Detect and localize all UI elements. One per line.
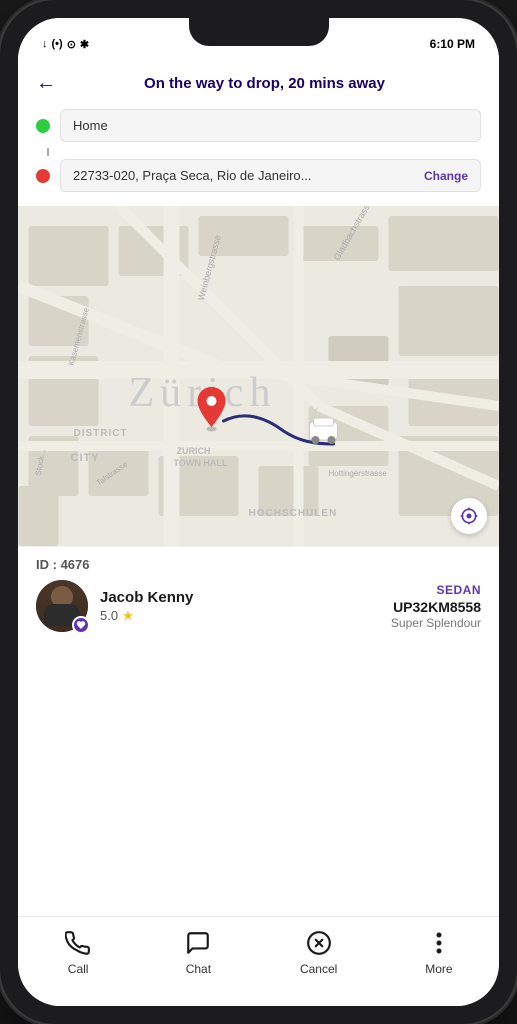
route-inputs: Home 22733-020, Praça Seca, Rio de Janei… [18, 105, 499, 206]
content-area: ← On the way to drop, 20 mins away Home [18, 62, 499, 916]
status-time: 6:10 PM [430, 37, 475, 51]
ride-id: ID : 4676 [36, 557, 481, 572]
svg-text:Hottingerstrasse: Hottingerstrasse [329, 469, 388, 478]
origin-row: Home [36, 109, 481, 142]
vehicle-model: Super Splendour [391, 616, 481, 630]
svg-text:CITY: CITY [71, 452, 100, 464]
phone-frame: ↓ (•) ⊙ ✱ 6:10 PM ← On the way to drop, … [0, 0, 517, 1024]
bottom-nav: Call Chat [18, 916, 499, 1006]
cancel-label: Cancel [300, 962, 337, 976]
driver-rating: 5.0 ★ [100, 608, 193, 624]
svg-text:HOCHSCHULEN: HOCHSCHULEN [249, 508, 338, 519]
header: ← On the way to drop, 20 mins away [18, 62, 499, 105]
back-button[interactable]: ← [36, 72, 56, 95]
rating-value: 5.0 [100, 608, 118, 623]
svg-text:ZURICH: ZURICH [177, 446, 211, 456]
cancel-icon [305, 929, 333, 957]
destination-row: 22733-020, Praça Seca, Rio de Janeiro...… [36, 159, 481, 192]
change-link[interactable]: Change [424, 169, 468, 183]
bluetooth-icon: ✱ [80, 38, 89, 51]
driver-name: Jacob Kenny [100, 589, 193, 606]
vehicle-plate: UP32KM8558 [391, 599, 481, 615]
phone-screen: ↓ (•) ⊙ ✱ 6:10 PM ← On the way to drop, … [18, 18, 499, 1006]
heart-badge [72, 616, 90, 634]
svg-text:DISTRICT: DISTRICT [74, 428, 128, 439]
location-icon-status: ⊙ [67, 38, 76, 51]
driver-row: Jacob Kenny 5.0 ★ SEDAN UP32KM8558 Super… [36, 580, 481, 632]
page-title: On the way to drop, 20 mins away [68, 75, 461, 92]
origin-text: Home [73, 118, 108, 133]
destination-dot [36, 169, 50, 183]
cancel-nav-item[interactable]: Cancel [259, 929, 379, 976]
more-nav-item[interactable]: More [379, 929, 499, 976]
chat-label: Chat [186, 962, 211, 976]
chat-icon [184, 929, 212, 957]
map-container[interactable]: Weinbergstrasse Gladbachstrasse Kasemens… [18, 206, 499, 546]
id-label: ID : [36, 557, 61, 572]
wifi-icon: (•) [52, 38, 63, 50]
more-label: More [425, 962, 452, 976]
svg-text:TOWN HALL: TOWN HALL [174, 458, 228, 468]
origin-input[interactable]: Home [60, 109, 481, 142]
location-button[interactable] [451, 498, 487, 534]
origin-dot [36, 119, 50, 133]
driver-left: Jacob Kenny 5.0 ★ [36, 580, 193, 632]
vehicle-type: SEDAN [391, 583, 481, 597]
driver-right: SEDAN UP32KM8558 Super Splendour [391, 583, 481, 630]
status-left-icons: ↓ (•) ⊙ ✱ [42, 38, 89, 51]
destination-input[interactable]: 22733-020, Praça Seca, Rio de Janeiro...… [60, 159, 481, 192]
driver-details: Jacob Kenny 5.0 ★ [100, 589, 193, 624]
more-icon [425, 929, 453, 957]
call-nav-item[interactable]: Call [18, 929, 138, 976]
call-label: Call [68, 962, 89, 976]
star-icon: ★ [122, 608, 134, 624]
destination-text: 22733-020, Praça Seca, Rio de Janeiro... [73, 168, 311, 183]
avatar-container [36, 580, 88, 632]
notch [189, 18, 329, 46]
chat-nav-item[interactable]: Chat [138, 929, 258, 976]
id-value: 4676 [61, 557, 90, 572]
signal-icon: ↓ [42, 38, 48, 50]
call-icon [64, 929, 92, 957]
ride-info: ID : 4676 [18, 546, 499, 640]
